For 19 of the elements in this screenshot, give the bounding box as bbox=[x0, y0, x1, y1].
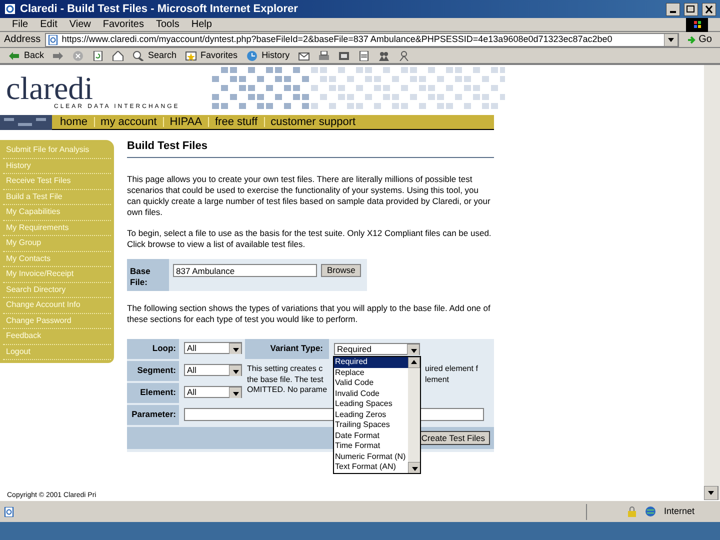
field-label: Element: bbox=[127, 383, 179, 403]
zone-label: Internet bbox=[664, 504, 695, 518]
field-label: Loop: bbox=[127, 339, 179, 359]
page-heading: Build Test Files bbox=[127, 140, 494, 158]
description-text: uired element f bbox=[425, 364, 478, 374]
logo: claredi bbox=[6, 73, 94, 103]
window-title: Claredi - Build Test Files - Microsoft Internet Explorer bbox=[20, 2, 299, 17]
intro-paragraph: This page allows you to create your own test files. There are literally millions of possible test scenarios that could be used to exercise the functionality of your systems. Using this tool, you can quickly create a large number of test files based on sample data provided by Claredi, or your own files. bbox=[127, 174, 492, 218]
variations-paragraph: The following section shows the types of variations that you will apply to the base file. Add one of these sections for each type of test you would like to perform. bbox=[127, 303, 492, 325]
field-label: Variant Type: bbox=[245, 339, 329, 359]
field-label: Parameter: bbox=[127, 405, 179, 425]
description-text: This setting creates c bbox=[247, 364, 324, 374]
address-label: Address bbox=[4, 33, 41, 47]
description-text: lement bbox=[425, 374, 450, 385]
description-text: OMITTED. No parame bbox=[247, 385, 328, 396]
instructions-paragraph: To begin, select a file to use as the basis for the test suite. Only X12 Compliant files can be used. Click browse to view a list of available test files. bbox=[127, 228, 492, 250]
base-file-label: Base File: bbox=[127, 259, 169, 291]
description-text: the base file. The test bbox=[247, 374, 324, 385]
field-label: Segment: bbox=[127, 361, 179, 381]
